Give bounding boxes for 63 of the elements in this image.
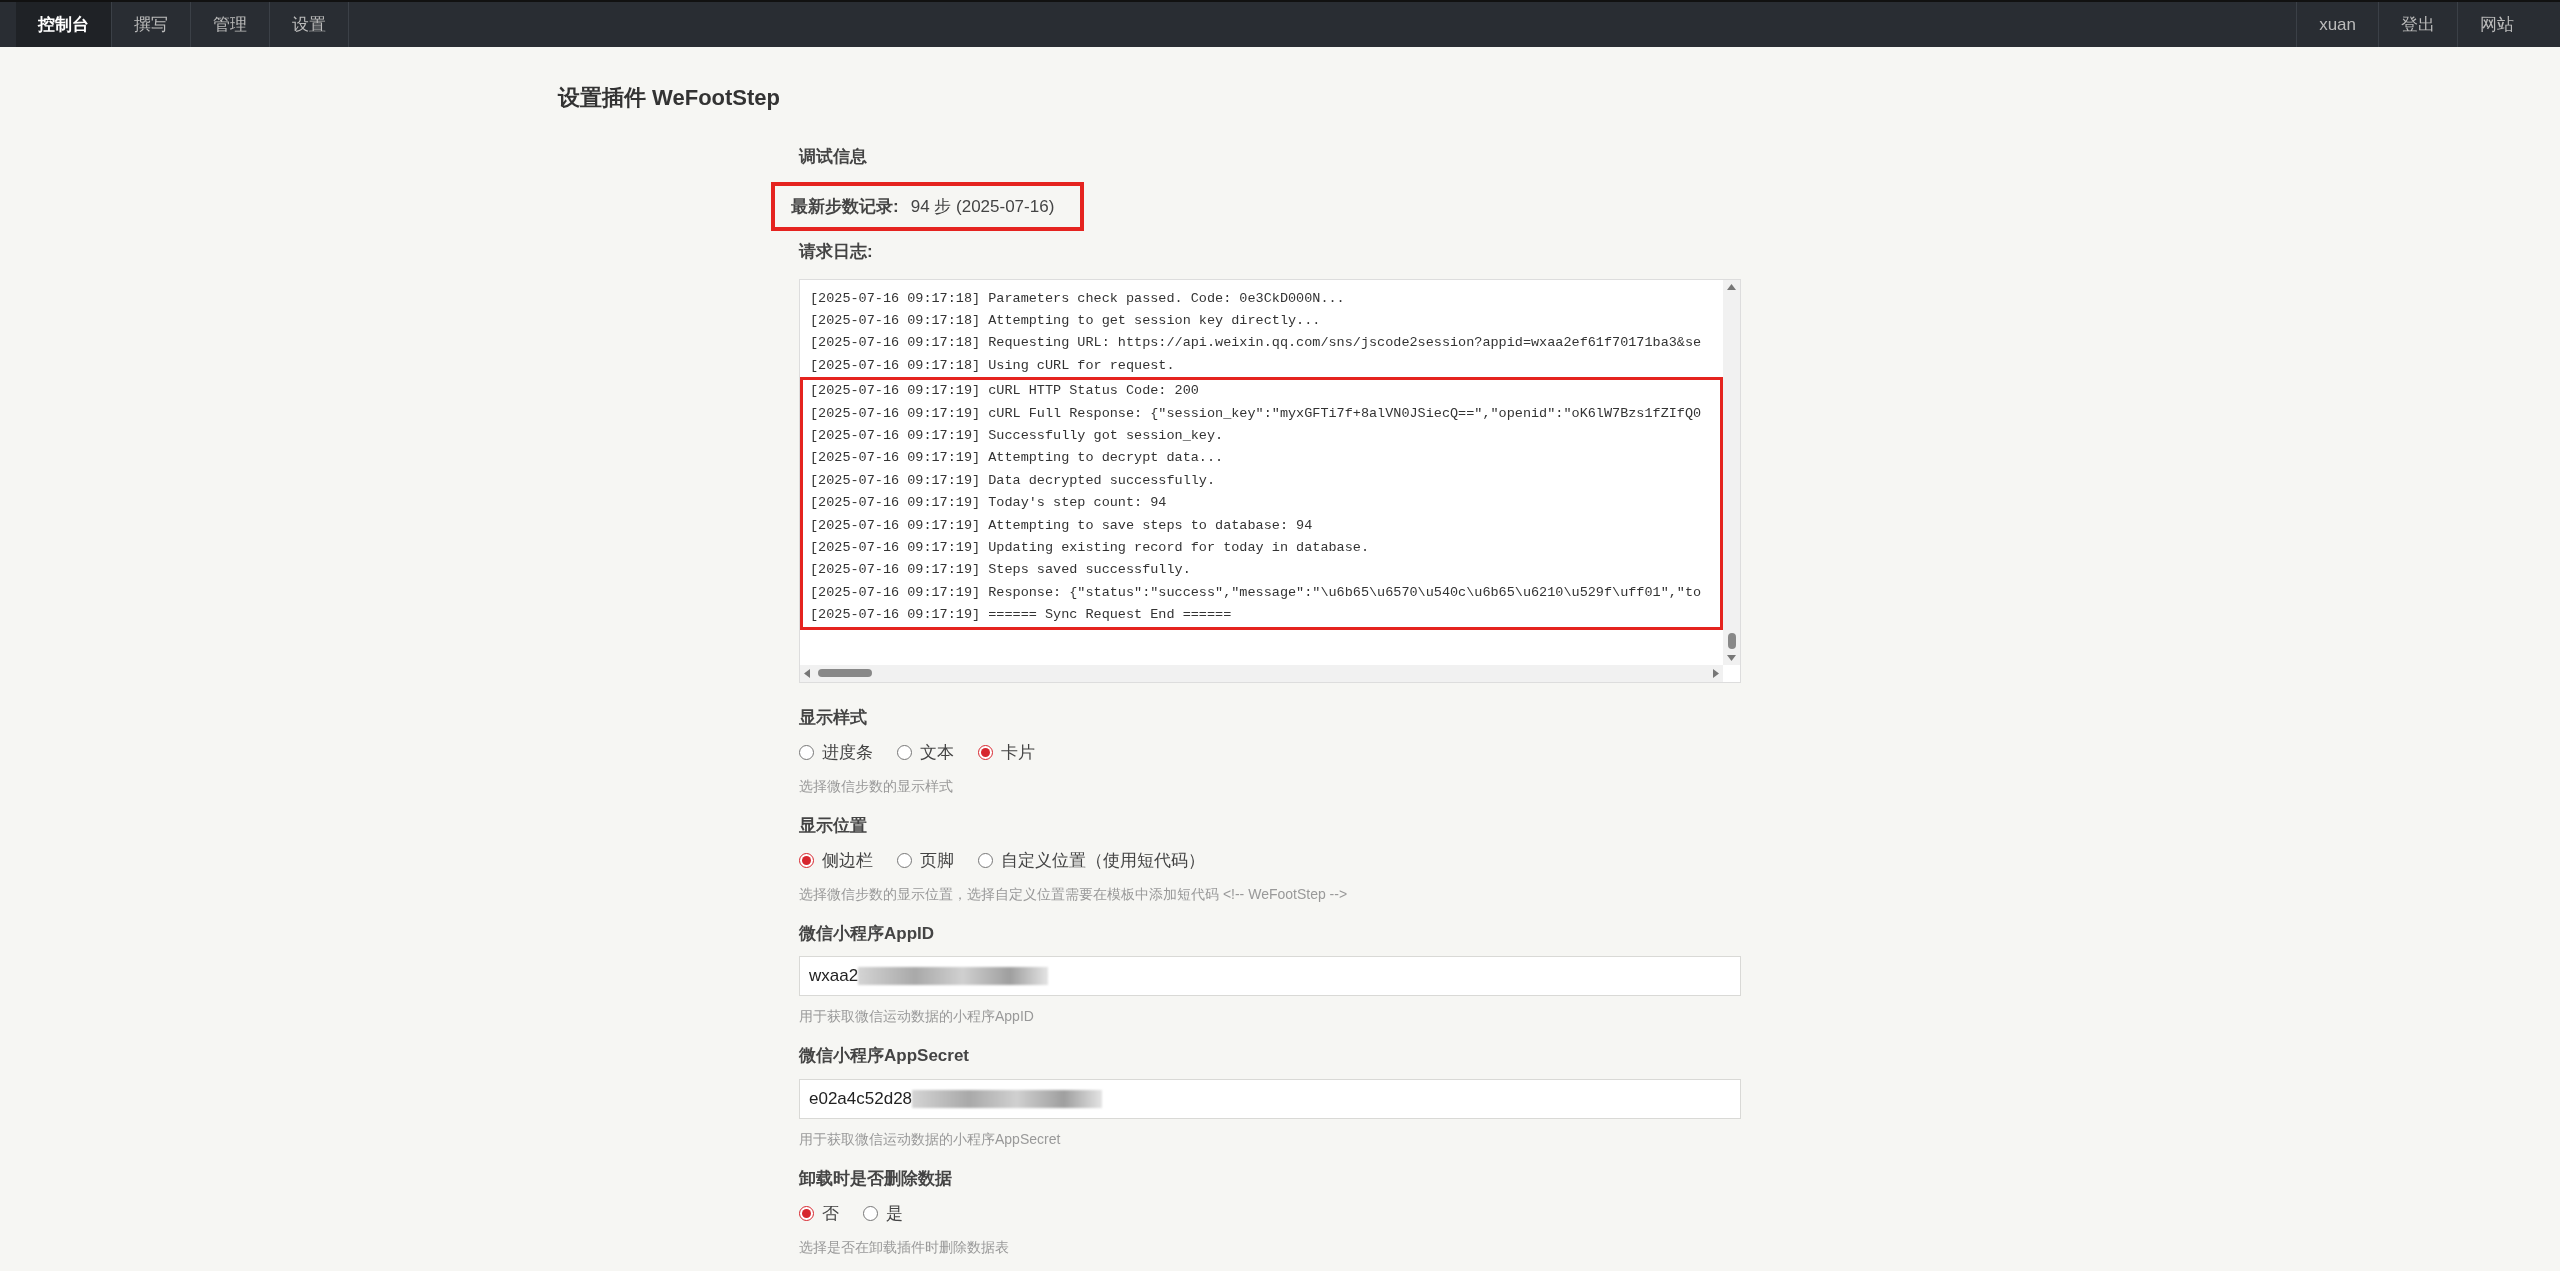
log-line: [2025-07-16 09:17:19] Updating existing record for today in database. (810, 538, 1370, 557)
log-line: [2025-07-16 09:17:19] ====== Sync Request End ====== (810, 606, 1233, 625)
radio-button[interactable] (799, 853, 814, 869)
log-line: [2025-07-16 09:17:19] Attempting to save steps to database: 94 (810, 516, 1314, 535)
nav-tab[interactable]: 撰写 (112, 2, 191, 47)
radio-button[interactable] (799, 745, 814, 761)
log-line: [2025-07-16 09:17:19] Steps saved successfully. (810, 561, 1192, 580)
field-label: 显示样式 (799, 706, 868, 729)
log-line: [2025-07-16 09:17:19] cURL HTTP Status Code: 200 (810, 382, 1200, 401)
field-label: 卸载时是否删除数据 (799, 1167, 953, 1190)
field-hint: 用于获取微信运动数据的小程序AppID (799, 1007, 1035, 1026)
nav-link[interactable]: 网站 (2457, 2, 2536, 47)
radio-button[interactable] (897, 853, 912, 869)
scroll-up-icon[interactable] (1727, 283, 1736, 290)
radio-option[interactable]: 页脚 (897, 848, 954, 874)
log-line: [2025-07-16 09:17:19] Successfully got session_key. (810, 426, 1225, 445)
field-label: 微信小程序AppID (799, 922, 936, 945)
radio-option[interactable]: 文本 (897, 740, 954, 766)
scroll-thumb[interactable] (1727, 632, 1736, 649)
log-line: [2025-07-16 09:17:18] Using cURL for request. (810, 356, 1176, 375)
step-record-value: 94 步 (2025-07-16) (910, 195, 1056, 218)
nav-link[interactable]: xuan (2296, 2, 2378, 47)
radio-option[interactable]: 侧边栏 (799, 848, 873, 874)
nav-link[interactable]: 登出 (2378, 2, 2457, 47)
nav-tab[interactable]: 设置 (270, 2, 349, 47)
radio-option[interactable]: 自定义位置（使用短代码） (978, 848, 1205, 874)
field-hint: 用于获取微信运动数据的小程序AppSecret (799, 1129, 1062, 1149)
nav-tab[interactable]: 控制台 (16, 2, 112, 47)
log-line: [2025-07-16 09:17:19] Attempting to decrypt data... (810, 449, 1225, 468)
field-label: 显示位置 (799, 814, 868, 837)
radio-option[interactable]: 卡片 (978, 740, 1035, 766)
radio-button[interactable] (897, 745, 912, 761)
radio-button[interactable] (799, 1206, 814, 1222)
field-label: 最新步数记录: (791, 195, 899, 218)
radio-option[interactable]: 否 (799, 1201, 839, 1227)
log-line: [2025-07-16 09:17:19] cURL Full Response: {"session_key":"myxGFTi7f+8alVN0JSiecQ==","openid":"oK6lW7Bzs1fZIfQ0 (810, 404, 1703, 423)
radio-button[interactable] (863, 1206, 878, 1222)
log-line: [2025-07-16 09:17:19] Response: {"status":"success","message":"\u6b65\u6570\u540c\u6b65\u6210\u529f\uff01","to (810, 583, 1703, 602)
field-label: 微信小程序AppSecret (799, 1045, 971, 1067)
scroll-right-icon[interactable] (1713, 668, 1719, 678)
field-hint: 选择是否在卸载插件时删除数据表 (799, 1237, 1010, 1257)
log-line: [2025-07-16 09:17:19] Data decrypted successfully. (810, 471, 1217, 490)
scroll-left-icon[interactable] (804, 668, 810, 678)
radio-option[interactable]: 进度条 (799, 740, 873, 766)
radio-button[interactable] (978, 745, 993, 761)
radio-option[interactable]: 是 (863, 1201, 903, 1227)
scroll-down-icon[interactable] (1727, 654, 1736, 661)
scroll-thumb[interactable] (818, 669, 872, 677)
horizontal-scrollbar[interactable] (800, 664, 1723, 682)
input-field[interactable]: e02a4c52d28 (799, 1078, 1741, 1119)
vertical-scrollbar[interactable] (1723, 279, 1740, 665)
nav-tab[interactable]: 管理 (191, 2, 270, 47)
section-heading: 调试信息 (799, 146, 868, 168)
log-line: [2025-07-16 09:17:19] Today's step count: 94 (810, 494, 1168, 513)
field-label: 请求日志: (799, 241, 874, 263)
page-title: 设置插件 WeFootStep (558, 84, 782, 112)
log-line: [2025-07-16 09:17:18] Requesting URL: https://api.weixin.qq.com/sns/jscode2session?appid=wxaa2ef61f70171ba3&se (810, 334, 1703, 353)
input-field[interactable]: wxaa2 (799, 956, 1741, 996)
radio-button[interactable] (978, 853, 993, 869)
field-hint: 选择微信步数的显示位置，选择自定义位置需要在模板中添加短代码 <!-- WeFootStep --> (799, 884, 1349, 904)
log-line: [2025-07-16 09:17:18] Attempting to get session key directly... (810, 311, 1322, 330)
field-hint: 选择微信步数的显示样式 (799, 776, 954, 796)
log-line: [2025-07-16 09:17:18] Parameters check passed. Code: 0e3CkD000N... (810, 289, 1346, 308)
